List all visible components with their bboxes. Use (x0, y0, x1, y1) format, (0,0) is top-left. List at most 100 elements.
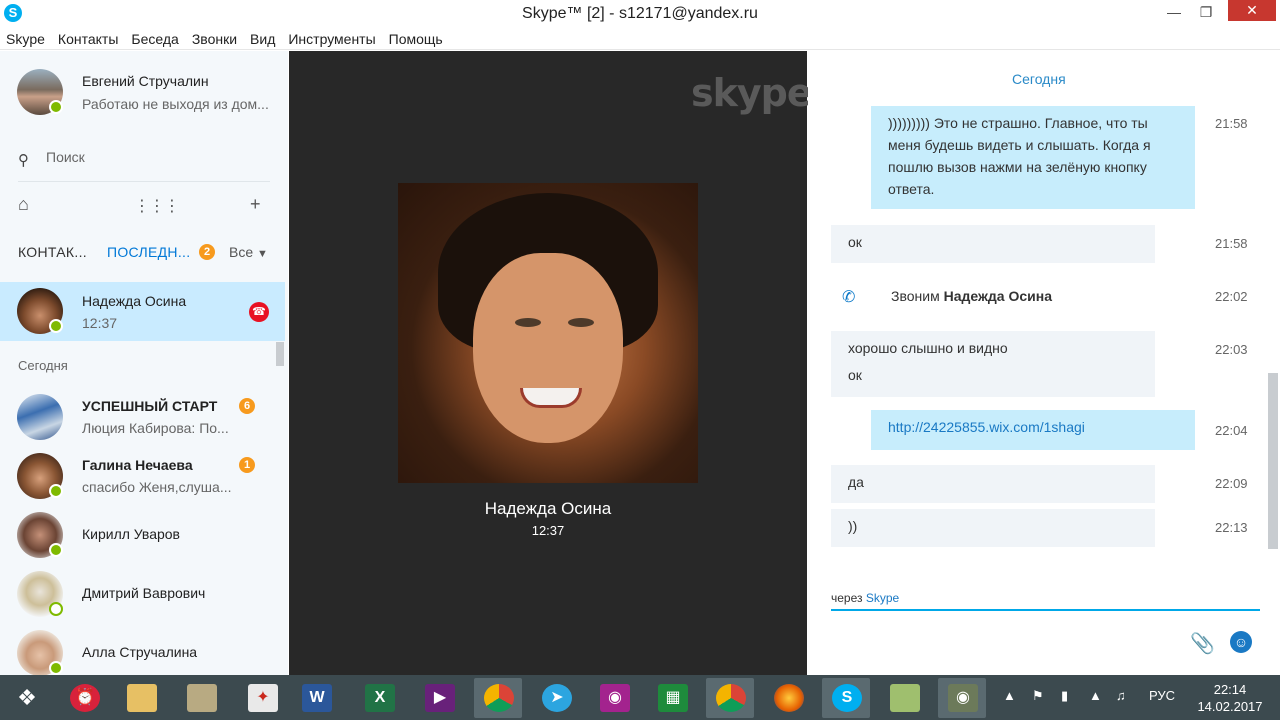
end-call-icon[interactable]: ☎ (249, 302, 269, 322)
taskbar-calculator[interactable]: ▦ (648, 678, 696, 718)
message-incoming[interactable]: )) (831, 509, 1155, 547)
tab-recent[interactable]: ПОСЛЕДН... (107, 244, 190, 260)
taskbar-notes[interactable] (880, 678, 928, 718)
message-time: 22:04 (1215, 423, 1248, 438)
taskbar-telegram[interactable]: ➤ (532, 678, 580, 718)
minimize-icon[interactable]: — (1160, 0, 1188, 24)
send-via-label[interactable]: через Skype (831, 591, 899, 605)
clock-time: 22:14 (1213, 682, 1247, 697)
presence-online-icon (49, 319, 63, 333)
tray-battery-icon[interactable]: ▮ (1061, 688, 1068, 704)
pdf-icon: ✦ (248, 684, 278, 712)
list-item[interactable]: Алла Стручалина (0, 623, 285, 675)
taskbar-visual-studio[interactable]: ▶ (415, 678, 463, 718)
profile-mood[interactable]: Работаю не выходя из дом... (82, 96, 269, 112)
taskbar-alarm[interactable]: ⏰ (60, 678, 108, 718)
search-input[interactable]: ⚲ Поиск (18, 149, 270, 175)
photo-eye (568, 318, 594, 327)
taskbar-chrome[interactable] (706, 678, 754, 718)
message-text: да (848, 474, 864, 490)
taskbar-excel[interactable]: X (355, 678, 403, 718)
taskbar-recorder[interactable]: ◉ (938, 678, 986, 718)
firefox-icon (774, 684, 804, 712)
last-message-preview: спасибо Женя,слуша... (82, 479, 232, 495)
message-text: ок (848, 367, 862, 383)
attach-icon[interactable]: 📎 (1190, 631, 1215, 656)
message-outgoing[interactable]: ))))))))) Это не страшно. Главное, что т… (871, 106, 1195, 209)
message-link[interactable]: http://24225855.wix.com/1shagi (888, 419, 1085, 435)
taskbar-skype[interactable]: S (822, 678, 870, 718)
message-text: )) (848, 518, 858, 534)
home-icon[interactable]: ⌂ (18, 194, 29, 215)
profile-name[interactable]: Евгений Стручалин (82, 73, 209, 89)
message-incoming[interactable]: да (831, 465, 1155, 503)
tray-show-hidden-icon[interactable]: ▲ (1003, 688, 1016, 703)
taskbar-explorer[interactable] (117, 678, 165, 718)
conversation-panel: Сегодня ))))))))) Это не страшно. Главно… (808, 51, 1280, 675)
presence-offline-icon (49, 602, 63, 616)
tray-flag-icon[interactable]: ⚑ (1032, 688, 1044, 704)
scrollbar[interactable] (276, 342, 284, 366)
notes-icon (890, 684, 920, 712)
message-time: 21:58 (1215, 236, 1248, 251)
via-service[interactable]: Skype (866, 591, 899, 605)
camera-icon: ◉ (600, 684, 630, 712)
word-icon: W (302, 684, 332, 712)
recent-count-badge: 2 (199, 244, 215, 260)
tray-language[interactable]: РУС (1149, 688, 1175, 703)
taskbar-clock[interactable]: 22:14 14.02.2017 (1195, 681, 1265, 715)
clock-date: 14.02.2017 (1197, 699, 1263, 714)
alarm-clock-icon: ⏰ (70, 684, 100, 712)
call-duration: 12:37 (82, 315, 118, 331)
contact-name: Галина Нечаева (82, 457, 193, 473)
excel-icon: X (365, 684, 395, 712)
menu-skype[interactable]: Skype (0, 28, 52, 47)
tray-volume-icon[interactable]: ♫ (1116, 688, 1126, 703)
message-incoming[interactable]: хорошо слышно и видно ок (831, 331, 1155, 397)
divider (18, 181, 270, 182)
list-item[interactable]: УСПЕШНЫЙ СТАРТ Люция Кабирова: По... 6 (0, 387, 285, 446)
menu-help[interactable]: Помощь (383, 28, 450, 47)
taskbar-word[interactable]: W (292, 678, 340, 718)
message-input[interactable] (831, 609, 1260, 611)
unread-count-badge: 1 (239, 457, 255, 473)
scrollbar[interactable] (1268, 373, 1278, 549)
message-outgoing[interactable]: http://24225855.wix.com/1shagi (871, 410, 1195, 450)
contact-name: Кирилл Уваров (82, 526, 180, 542)
menu-conversation[interactable]: Беседа (125, 28, 185, 47)
message-time: 22:02 (1215, 289, 1248, 304)
taskbar-camera[interactable]: ◉ (590, 678, 638, 718)
list-item[interactable]: Галина Нечаева спасибо Женя,слуша... 1 (0, 446, 285, 505)
menu-calls[interactable]: Звонки (186, 28, 244, 47)
filter-all-dropdown[interactable]: Все ▼ (229, 244, 268, 260)
list-item[interactable]: Дмитрий Ваврович (0, 564, 285, 623)
menu-bar: Skype Контакты Беседа Звонки Вид Инструменты П… (0, 28, 1280, 50)
menu-view[interactable]: Вид (244, 28, 282, 47)
list-item[interactable]: Кирилл Уваров (0, 505, 285, 564)
contact-name: Дмитрий Ваврович (82, 585, 206, 601)
menu-tools[interactable]: Инструменты (282, 28, 382, 47)
add-icon[interactable]: + (250, 194, 261, 215)
taskbar-maps[interactable] (177, 678, 225, 718)
message-incoming[interactable]: ок (831, 225, 1155, 263)
emoticon-icon[interactable]: ☺ (1230, 631, 1252, 653)
dialpad-icon[interactable]: ⋮⋮⋮ (134, 196, 180, 216)
call-panel: skype Надежда Осина 12:37 (289, 51, 813, 675)
message-time: 22:09 (1215, 476, 1248, 491)
taskbar-chrome-app[interactable] (474, 678, 522, 718)
maximize-icon[interactable]: ❐ (1192, 0, 1220, 24)
close-icon[interactable]: ✕ (1228, 0, 1276, 21)
taskbar-firefox[interactable] (764, 678, 812, 718)
active-call-row[interactable]: Надежда Осина 12:37 ☎ (0, 282, 285, 341)
telegram-icon: ➤ (542, 684, 572, 712)
taskbar-pdf[interactable]: ✦ (238, 678, 286, 718)
message-text: ))))))))) Это не страшно. Главное, что т… (888, 115, 1151, 197)
presence-online-icon (49, 543, 63, 557)
tray-network-icon[interactable]: ▲ (1089, 688, 1102, 703)
menu-contacts[interactable]: Контакты (52, 28, 125, 47)
unread-count-badge: 6 (239, 398, 255, 414)
start-button[interactable]: ❖ (2, 678, 50, 718)
tab-contacts[interactable]: КОНТАК... (18, 244, 87, 260)
chrome-icon (484, 684, 514, 712)
window-title: Skype™ [2] - s12171@yandex.ru (522, 5, 758, 22)
